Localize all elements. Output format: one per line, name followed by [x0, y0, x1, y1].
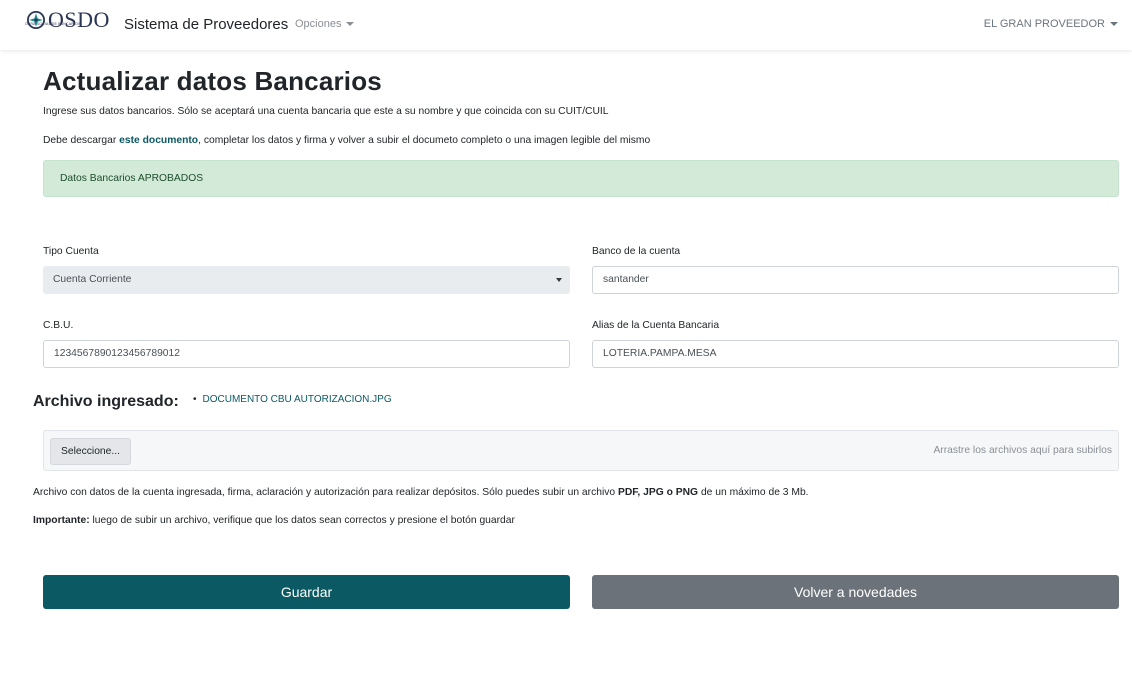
- help2-after: luego de subir un archivo, verifique que…: [89, 515, 515, 526]
- drop-hint: Arrastre los archivos aquí para subirlos: [933, 445, 1112, 456]
- caret-down-icon: [346, 22, 355, 27]
- opciones-label: Opciones: [295, 18, 342, 30]
- archivo-title: Archivo ingresado:: [33, 393, 179, 410]
- page-title: Actualizar datos Bancarios: [43, 66, 382, 96]
- logo-text: OSDO: [48, 7, 110, 32]
- bullet-icon: •: [193, 394, 197, 405]
- archivo-file-link[interactable]: DOCUMENTO CBU AUTORIZACION.JPG: [203, 394, 392, 405]
- important-note: Importante: luego de subir un archivo, v…: [33, 515, 515, 526]
- tipo-cuenta-label: Tipo Cuenta: [43, 246, 99, 257]
- user-dropdown[interactable]: EL GRAN PROVEEDOR: [984, 18, 1118, 30]
- status-alert: Datos Bancarios APROBADOS: [43, 160, 1119, 197]
- download-instructions: Debe descargar este documento, completar…: [43, 135, 650, 146]
- select-file-button[interactable]: Seleccione...: [50, 438, 131, 465]
- osdo-logo[interactable]: OSDO: [26, 9, 110, 31]
- cbu-input[interactable]: 1234567890123456789012: [43, 340, 570, 368]
- opciones-dropdown[interactable]: Opciones: [295, 18, 355, 30]
- guardar-button[interactable]: Guardar: [43, 575, 570, 609]
- archivo-file-item: • DOCUMENTO CBU AUTORIZACION.JPG: [193, 394, 392, 405]
- select-arrow-icon: [556, 278, 562, 282]
- help1-formats: PDF, JPG o PNG: [617, 487, 699, 498]
- osdo-emblem-icon: [27, 11, 45, 29]
- tipo-cuenta-value: Cuenta Corriente: [53, 274, 132, 285]
- top-navbar: OSDO OBRA SOCIAL DE BANCARIOS Sistema de…: [0, 0, 1132, 50]
- logo-subtext: OBRA SOCIAL DE BANCARIOS: [25, 22, 81, 26]
- file-help-text: Archivo con datos de la cuenta ingresada…: [33, 487, 809, 498]
- tipo-cuenta-select[interactable]: Cuenta Corriente: [43, 266, 570, 294]
- help1-after: de un máximo de 3 Mb.: [698, 487, 809, 498]
- brand-title[interactable]: Sistema de Proveedores: [124, 16, 288, 33]
- caret-down-icon: [1110, 22, 1118, 27]
- file-drop-zone[interactable]: Seleccione... Arrastre los archivos aquí…: [43, 430, 1119, 471]
- intro-text: Ingrese sus datos bancarios. Sólo se ace…: [43, 106, 609, 117]
- volver-novedades-button[interactable]: Volver a novedades: [592, 575, 1119, 609]
- alias-label: Alias de la Cuenta Bancaria: [592, 320, 720, 331]
- cbu-label: C.B.U.: [43, 320, 74, 331]
- alias-input[interactable]: LOTERIA.PAMPA.MESA: [592, 340, 1119, 368]
- intro2-after: , completar los datos y firma y volver a…: [198, 135, 651, 146]
- help2-bold: Importante:: [33, 515, 90, 526]
- help1-before: Archivo con datos de la cuenta ingresada…: [33, 487, 618, 498]
- user-name: EL GRAN PROVEEDOR: [983, 18, 1105, 30]
- intro2-before: Debe descargar: [43, 135, 120, 146]
- banco-label: Banco de la cuenta: [592, 246, 681, 257]
- download-document-link[interactable]: este documento: [119, 135, 198, 146]
- banco-input[interactable]: santander: [592, 266, 1119, 294]
